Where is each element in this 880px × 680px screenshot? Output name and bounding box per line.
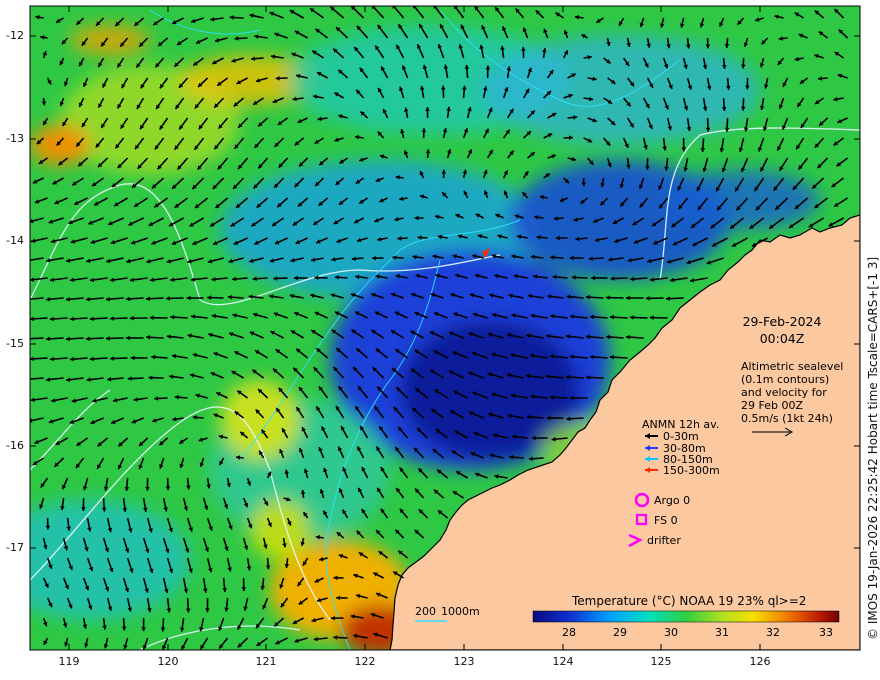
altimetry-note-line: 29 Feb 00Z <box>741 399 803 412</box>
x-tick-label: 123 <box>453 655 475 668</box>
x-tick-label: 124 <box>552 655 574 668</box>
altimetry-note-line: (0.1m contours) <box>741 373 830 386</box>
colorbar-title: Temperature (°C) NOAA 19 23% ql>=2 <box>572 594 807 608</box>
x-tick-label: 122 <box>354 655 376 668</box>
y-tick-label: -14 <box>6 234 24 247</box>
colorbar <box>532 610 840 623</box>
colorbar-tick-label: 28 <box>562 626 576 639</box>
velocity-arrow <box>30 337 44 340</box>
y-tick-label: -13 <box>6 132 24 145</box>
velocity-arrowhead <box>26 377 30 382</box>
altimetry-note-line: 0.5m/s (1kt 24h) <box>741 412 833 425</box>
colorbar-tick-label: 29 <box>613 626 627 639</box>
argo-label: Argo 0 <box>654 494 691 507</box>
colorbar-tick-label: 32 <box>766 626 780 639</box>
altimetry-note-line: and velocity for <box>741 386 827 399</box>
x-tick-label: 120 <box>157 655 179 668</box>
depth-legend-200: 200 <box>415 605 436 618</box>
x-tick-label: 121 <box>255 655 277 668</box>
y-tick-label: -17 <box>6 541 24 554</box>
map-date: 29-Feb-2024 <box>742 314 822 329</box>
map-time: 00:04Z <box>759 331 805 346</box>
velocity-arrowhead <box>26 297 30 302</box>
y-tick-label: -12 <box>6 29 24 42</box>
colorbar-tick-label: 30 <box>664 626 678 639</box>
fs-label: FS 0 <box>654 514 678 527</box>
y-tick-label: -15 <box>6 337 24 350</box>
x-tick-label: 125 <box>650 655 672 668</box>
anmn-legend-item: 150-300m <box>663 464 720 477</box>
x-tick-label: 126 <box>749 655 771 668</box>
depth-legend-1000: 1000m <box>441 605 480 618</box>
colorbar-tick-label: 33 <box>819 626 833 639</box>
credit-text: © IMOS 19-Jan-2026 22:25:42 Hobart time … <box>866 256 880 640</box>
altimetry-note-line: Altimetric sealevel <box>741 360 844 373</box>
x-tick-label: 119 <box>58 655 80 668</box>
colorbar-tick-label: 31 <box>715 626 729 639</box>
drifter-label: drifter <box>647 534 681 547</box>
y-tick-label: -16 <box>6 439 24 452</box>
